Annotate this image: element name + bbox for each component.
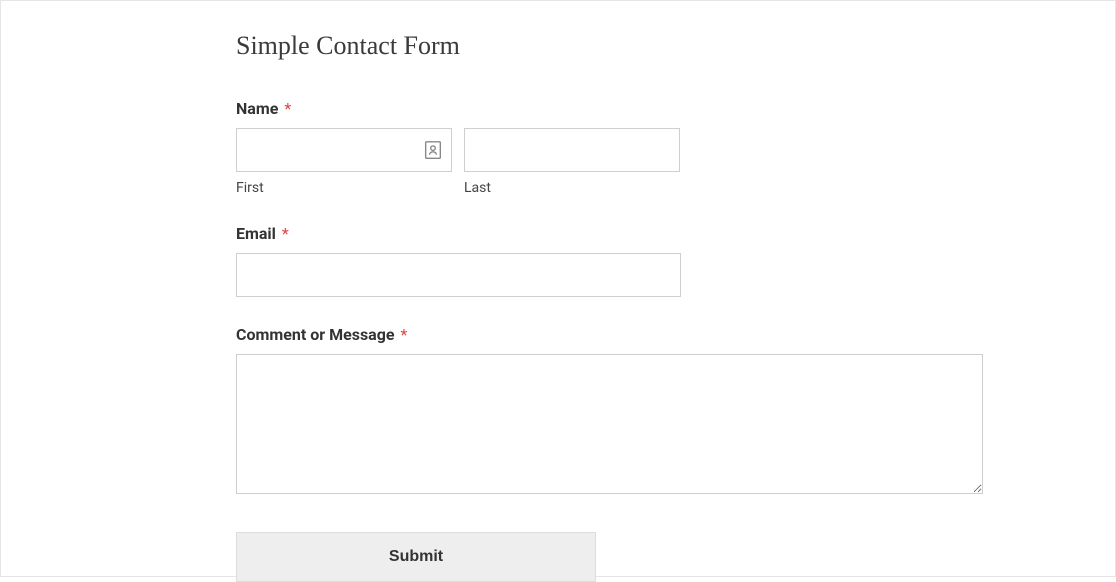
message-label-text: Comment or Message [236, 325, 395, 344]
form-container: Simple Contact Form Name * First [0, 0, 1116, 577]
form-title: Simple Contact Form [236, 31, 880, 61]
first-name-sublabel: First [236, 180, 452, 196]
message-field-group: Comment or Message * [236, 325, 880, 498]
required-mark: * [284, 99, 291, 118]
name-row: First Last [236, 128, 880, 196]
last-name-column: Last [464, 128, 680, 196]
message-textarea[interactable] [236, 354, 983, 494]
message-label: Comment or Message * [236, 325, 880, 344]
required-mark: * [401, 325, 408, 344]
first-name-column: First [236, 128, 452, 196]
last-name-sublabel: Last [464, 180, 680, 196]
first-name-input[interactable] [236, 128, 452, 172]
email-label: Email * [236, 224, 880, 243]
name-field-group: Name * First Last [236, 99, 880, 196]
email-field-group: Email * [236, 224, 880, 297]
last-name-input[interactable] [464, 128, 680, 172]
required-mark: * [282, 224, 289, 243]
name-label-text: Name [236, 99, 278, 118]
email-input[interactable] [236, 253, 681, 297]
name-label: Name * [236, 99, 880, 118]
submit-button[interactable]: Submit [236, 532, 596, 582]
email-label-text: Email [236, 224, 276, 243]
